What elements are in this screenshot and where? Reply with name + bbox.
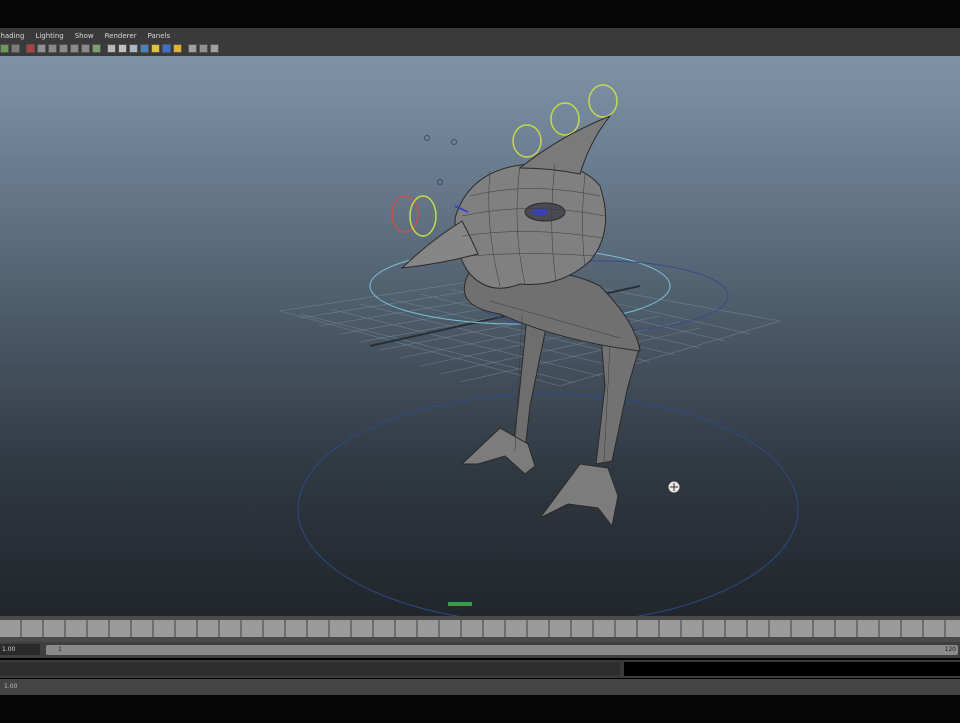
xray-joints-icon[interactable] — [210, 43, 219, 53]
smooth-shade-icon[interactable] — [118, 43, 127, 53]
maya-window: ShadingLightingShowRendererPanels — [0, 0, 960, 723]
crest-control-3[interactable] — [588, 84, 618, 118]
menu-panels[interactable]: Panels — [143, 31, 177, 42]
use-all-lights-icon[interactable] — [151, 43, 160, 53]
grid-toggle-icon[interactable] — [37, 43, 46, 53]
wireframe-icon[interactable] — [107, 43, 116, 53]
xray-icon[interactable] — [199, 43, 208, 53]
shade-wireframe-icon[interactable] — [129, 43, 138, 53]
screen-space-ao-icon[interactable] — [173, 43, 182, 53]
command-line-result — [624, 662, 960, 676]
resolution-gate-icon[interactable] — [59, 43, 68, 53]
range-slider-end: 120 — [944, 646, 956, 653]
panel-toolbar — [0, 42, 960, 54]
gate-mask-icon[interactable] — [70, 43, 79, 53]
range-start-field[interactable]: 1.00 — [0, 644, 40, 655]
menu-lighting[interactable]: Lighting — [30, 31, 69, 42]
camera-attributes-icon[interactable] — [11, 43, 20, 53]
safe-action-icon[interactable] — [92, 43, 101, 53]
range-slider-start: 1 — [58, 646, 62, 653]
isolate-select-icon[interactable] — [188, 43, 197, 53]
camera-select-icon[interactable] — [0, 43, 9, 53]
menu-renderer[interactable]: Renderer — [100, 31, 143, 42]
joint-marker — [437, 179, 443, 185]
root-control-circle[interactable] — [297, 393, 799, 616]
joint-marker — [451, 139, 457, 145]
bird-character-mesh[interactable] — [400, 114, 641, 528]
time-slider[interactable] — [0, 620, 960, 637]
range-slider-bar[interactable]: 1 120 — [46, 645, 958, 655]
panel-menu-bar: ShadingLightingShowRendererPanels — [0, 31, 960, 42]
menu-show[interactable]: Show — [70, 31, 100, 42]
crest-control-2[interactable] — [550, 102, 580, 136]
top-letterbox — [0, 0, 960, 28]
beak-control-yellow[interactable] — [409, 195, 437, 237]
cursor-icon — [667, 480, 681, 494]
menu-shading[interactable]: Shading — [0, 31, 30, 42]
textured-icon[interactable] — [140, 43, 149, 53]
help-line-text: 1.00 — [4, 683, 18, 690]
field-chart-icon[interactable] — [81, 43, 90, 53]
command-line-input[interactable] — [0, 662, 620, 676]
help-line-frame — [0, 679, 960, 695]
image-plane-icon[interactable] — [26, 43, 35, 53]
perspective-viewport[interactable] — [0, 56, 960, 616]
viewport-scene — [279, 84, 799, 616]
shadows-icon[interactable] — [162, 43, 171, 53]
crest-control-1[interactable] — [512, 124, 542, 158]
film-gate-icon[interactable] — [48, 43, 57, 53]
view-axis-indicator — [448, 602, 472, 606]
bottom-letterbox — [0, 695, 960, 723]
joint-marker — [424, 135, 430, 141]
